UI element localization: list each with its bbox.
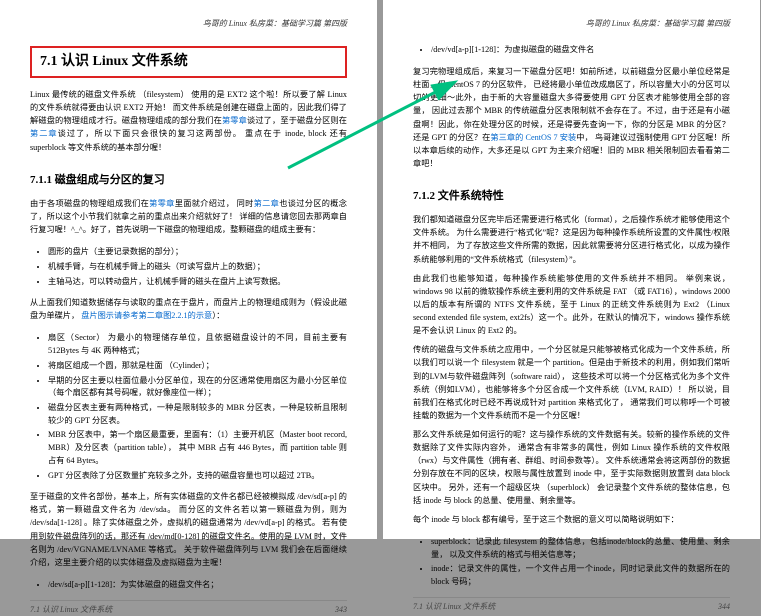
- paragraph: 由此我们也能够知道，每种操作系统能够使用的文件系统并不相同。 举例来说，wind…: [413, 272, 730, 338]
- list-item: 早期的分区主要以柱面位最小分区单位，现在的分区通常使用扇区为最小分区单位（每个扇…: [48, 375, 347, 400]
- paragraph: 至于磁盘的文件名部份，基本上，所有实体磁盘的文件名都已经被模拟成 /dev/sd…: [30, 490, 347, 569]
- list-item: superblock：记录此 filesystem 的整体信息，包括inode/…: [431, 536, 730, 561]
- link-ch0[interactable]: 第零章: [222, 116, 247, 125]
- paragraph: Linux 最传统的磁盘文件系统 （filesystem） 使用的是 EXT2 …: [30, 88, 347, 154]
- list-item: /dev/sd[a-p][1-128]：为实体磁盘的磁盘文件名；: [48, 579, 347, 592]
- page-footer-left: 7.1 认识 Linux 文件系统 343: [30, 600, 347, 616]
- link-fig221[interactable]: 盘片图示请参考第二章图2.2.1的示意: [81, 311, 212, 320]
- list-item: inode：记录文件的属性，一个文件占用一个inode，同时记录此文件的数据所在…: [431, 563, 730, 588]
- subsection-711: 7.1.1 磁盘组成与分区的复习: [30, 172, 347, 189]
- page-header-right: 鸟哥的 Linux 私房菜：基础学习篇 第四版: [413, 18, 730, 30]
- paragraph: 每个 inode 与 block 都有编号，至于这三个数据的意义可以简略说明如下…: [413, 513, 730, 526]
- list-platter: 扇区（Sector） 为最小的物理储存单位，且依据磁盘设计的不同，目前主要有 5…: [30, 332, 347, 484]
- link-ch3[interactable]: 第三章的 CentOS 7 安装: [490, 133, 576, 142]
- paragraph: 复习完物理组成后，来复习一下磁盘分区吧！如前所述，以前磁盘分区最小单位经常是柱面…: [413, 65, 730, 170]
- page-header-left: 鸟哥的 Linux 私房菜：基础学习篇 第四版: [30, 18, 347, 30]
- list-disk-parts: 圆形的盘片（主要记录数据的部分）； 机械手臂，与在机械手臂上的磁头（可读写盘片上…: [30, 246, 347, 290]
- list-devnames-cont: /dev/vd[a-p][1-128]：为虚拟磁盘的磁盘文件名: [413, 44, 730, 59]
- subsection-712: 7.1.2 文件系统特性: [413, 188, 730, 205]
- page-number: 343: [335, 604, 347, 616]
- link-ch2[interactable]: 第二章: [30, 129, 58, 138]
- list-item: 扇区（Sector） 为最小的物理储存单位，且依据磁盘设计的不同，目前主要有 5…: [48, 332, 347, 357]
- page-left: 鸟哥的 Linux 私房菜：基础学习篇 第四版 7.1 认识 Linux 文件系…: [0, 0, 377, 539]
- paragraph: 由于各项磁盘的物理组成我们在第零章里面就介绍过， 同时第二章也谈过分区的概念了，…: [30, 197, 347, 236]
- paragraph: 那么文件系统是如何运行的呢？这与操作系统的文件数据有关。较新的操作系统的文件数据…: [413, 428, 730, 507]
- page-right: 鸟哥的 Linux 私房菜：基础学习篇 第四版 /dev/vd[a-p][1-1…: [383, 0, 760, 539]
- list-item: MBR 分区表中，第一个扇区最重要，里面有：（1）主要开机区（Master bo…: [48, 429, 347, 467]
- paragraph: 我们都知道磁盘分区完毕后还需要进行格式化（format），之后操作系统才能够使用…: [413, 213, 730, 266]
- list-item: 磁盘分区表主要有两种格式，一种是限制较多的 MBR 分区表，一种是较新且限制较少…: [48, 402, 347, 427]
- paragraph: 从上面我们知道数据储存与读取的重点在于盘片，而盘片上的物理组成则为（假设此磁盘为…: [30, 296, 347, 322]
- list-item: 主轴马达，可以转动盘片，让机械手臂的磁头在盘片上读写数据。: [48, 276, 347, 289]
- link-ch0-2[interactable]: 第零章: [149, 199, 175, 208]
- section-title: 7.1 认识 Linux 文件系统: [30, 46, 347, 78]
- paragraph: 传统的磁盘与文件系统之应用中，一个分区就是只能够被格式化成为一个文件系统，所以我…: [413, 343, 730, 422]
- footer-text: 7.1 认识 Linux 文件系统: [413, 601, 495, 613]
- list-devnames: /dev/sd[a-p][1-128]：为实体磁盘的磁盘文件名；: [30, 579, 347, 594]
- list-item: 机械手臂，与在机械手臂上的磁头（可读写盘片上的数据）；: [48, 261, 347, 274]
- link-ch2-2[interactable]: 第二章: [254, 199, 280, 208]
- list-blocks: superblock：记录此 filesystem 的整体信息，包括inode/…: [413, 536, 730, 591]
- list-item: 圆形的盘片（主要记录数据的部分）；: [48, 246, 347, 259]
- list-item: /dev/vd[a-p][1-128]：为虚拟磁盘的磁盘文件名: [431, 44, 730, 57]
- page-number: 344: [718, 601, 730, 613]
- footer-text: 7.1 认识 Linux 文件系统: [30, 604, 112, 616]
- list-item: GPT 分区表除了分区数量扩充较多之外，支持的磁盘容量也可以超过 2TB。: [48, 470, 347, 483]
- list-item: 将扇区组成一个圆，那就是柱面 （Cylinder）；: [48, 360, 347, 373]
- page-footer-right: 7.1 认识 Linux 文件系统 344: [413, 597, 730, 613]
